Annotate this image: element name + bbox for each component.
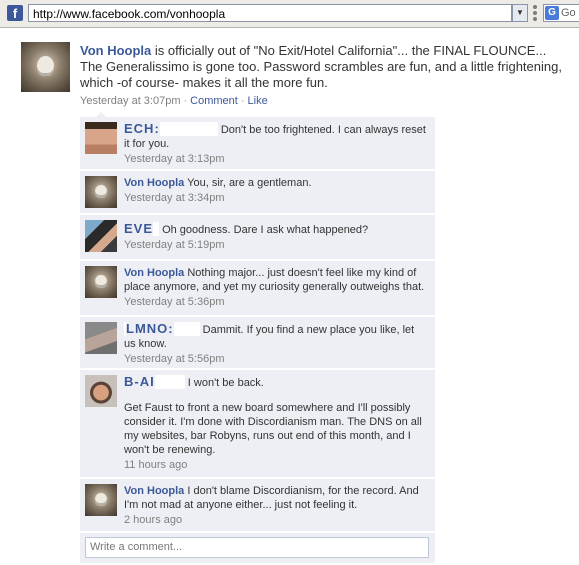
comment-item: Von Hoopla I don't blame Discordianism, … xyxy=(80,479,435,532)
comment-text: I won't be back. xyxy=(187,377,264,389)
comment-time: 2 hours ago xyxy=(124,514,183,526)
address-dropdown-icon[interactable]: ▼ xyxy=(512,4,528,22)
redacted-name xyxy=(159,122,218,136)
post-author-name[interactable]: Von Hoopla xyxy=(80,43,151,58)
toolbar-grip-icon xyxy=(533,4,539,22)
write-comment-input[interactable]: Write a comment... xyxy=(85,537,429,558)
commenter-name[interactable]: Von Hoopla xyxy=(124,485,184,497)
comment-text: Oh goodness. Dare I ask what happened? xyxy=(162,224,369,236)
write-comment-row: Write a comment... xyxy=(80,533,435,563)
comment-time: Yesterday at 3:34pm xyxy=(124,192,225,204)
post-text: is officially out of "No Exit/Hotel Cali… xyxy=(80,43,562,90)
comment-item: ECH: Don't be too frightened. I can alwa… xyxy=(80,117,435,170)
commenter-avatar[interactable] xyxy=(85,176,117,208)
commenter-name[interactable]: Von Hoopla xyxy=(124,177,184,189)
comment-time: Yesterday at 3:13pm xyxy=(124,153,225,165)
browser-toolbar: f http://www.facebook.com/vonhoopla ▼ GG… xyxy=(0,0,579,28)
post-author-avatar[interactable] xyxy=(21,42,70,92)
post-meta: Yesterday at 3:07pm · Comment · Like xyxy=(80,95,268,107)
google-search-icon: G xyxy=(545,6,559,20)
comment-item: Von Hoopla Nothing major... just doesn't… xyxy=(80,261,435,316)
commenter-name[interactable]: Von Hoopla xyxy=(124,267,184,279)
post-time: Yesterday at 3:07pm xyxy=(80,95,181,107)
comment-time: Yesterday at 5:19pm xyxy=(124,239,225,251)
commenter-name[interactable]: ECH: xyxy=(124,121,160,136)
comment-item: LMNO: Dammit. If you find a new place yo… xyxy=(80,317,435,369)
redacted-name xyxy=(173,322,200,336)
redacted-name xyxy=(154,375,185,389)
comment-text-continued: Get Faust to front a new board somewhere… xyxy=(124,402,422,456)
commenter-name[interactable]: LMNO: xyxy=(126,321,174,336)
commenter-avatar[interactable] xyxy=(85,220,117,252)
commenter-avatar[interactable] xyxy=(85,266,117,298)
comment-time: Yesterday at 5:36pm xyxy=(124,296,225,308)
comment-item: EVE Oh goodness. Dare I ask what happene… xyxy=(80,215,435,260)
comment-text: You, sir, are a gentleman. xyxy=(187,177,312,189)
search-box[interactable]: G Go xyxy=(543,4,579,22)
comment-item: B-AI I won't be back. Get Faust to front… xyxy=(80,370,435,478)
redacted-name xyxy=(153,222,160,236)
comment-item: Von Hoopla You, sir, are a gentleman. Ye… xyxy=(80,171,435,214)
address-bar[interactable]: http://www.facebook.com/vonhoopla xyxy=(28,4,512,22)
like-link[interactable]: Like xyxy=(248,95,268,107)
comment-time: Yesterday at 5:56pm xyxy=(124,353,225,365)
commenter-name[interactable]: EVE xyxy=(124,221,153,236)
comment-link[interactable]: Comment xyxy=(190,95,238,107)
commenter-name[interactable]: B-AI xyxy=(124,374,155,389)
comment-time: 11 hours ago xyxy=(124,459,188,471)
commenter-avatar[interactable] xyxy=(85,484,117,516)
commenter-avatar[interactable] xyxy=(85,322,117,354)
commenter-avatar[interactable] xyxy=(85,375,117,407)
post-message: Von Hoopla is officially out of "No Exit… xyxy=(80,43,570,91)
commenter-avatar[interactable] xyxy=(85,122,117,154)
facebook-favicon-icon: f xyxy=(7,5,23,21)
